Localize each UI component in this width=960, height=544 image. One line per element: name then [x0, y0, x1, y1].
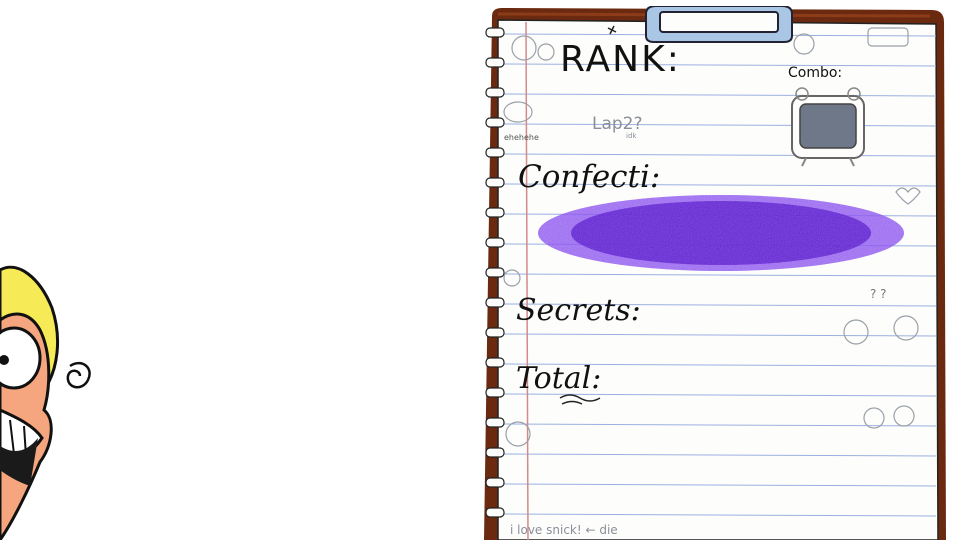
question-marks: ? ? — [870, 287, 887, 301]
confecti-scribble — [538, 195, 904, 271]
doodle-note: ehehehe — [504, 133, 539, 142]
confecti-label: Confecti: — [518, 159, 661, 195]
secrets-label: Secrets: — [516, 293, 641, 328]
rank-label: RANK: — [560, 39, 681, 80]
lap-label: Lap2? — [592, 114, 643, 134]
character-portrait — [0, 250, 110, 543]
footer-note: i love snick! ← die — [510, 523, 618, 537]
combo-tv-icon — [791, 87, 865, 167]
total-label: Total: — [516, 361, 602, 396]
combo-label: Combo: — [788, 65, 843, 81]
lap-note: idk — [626, 132, 637, 140]
rank-clipboard: RANK: Combo: Lap2? idk ehehehe Confecti:… — [484, 6, 946, 540]
